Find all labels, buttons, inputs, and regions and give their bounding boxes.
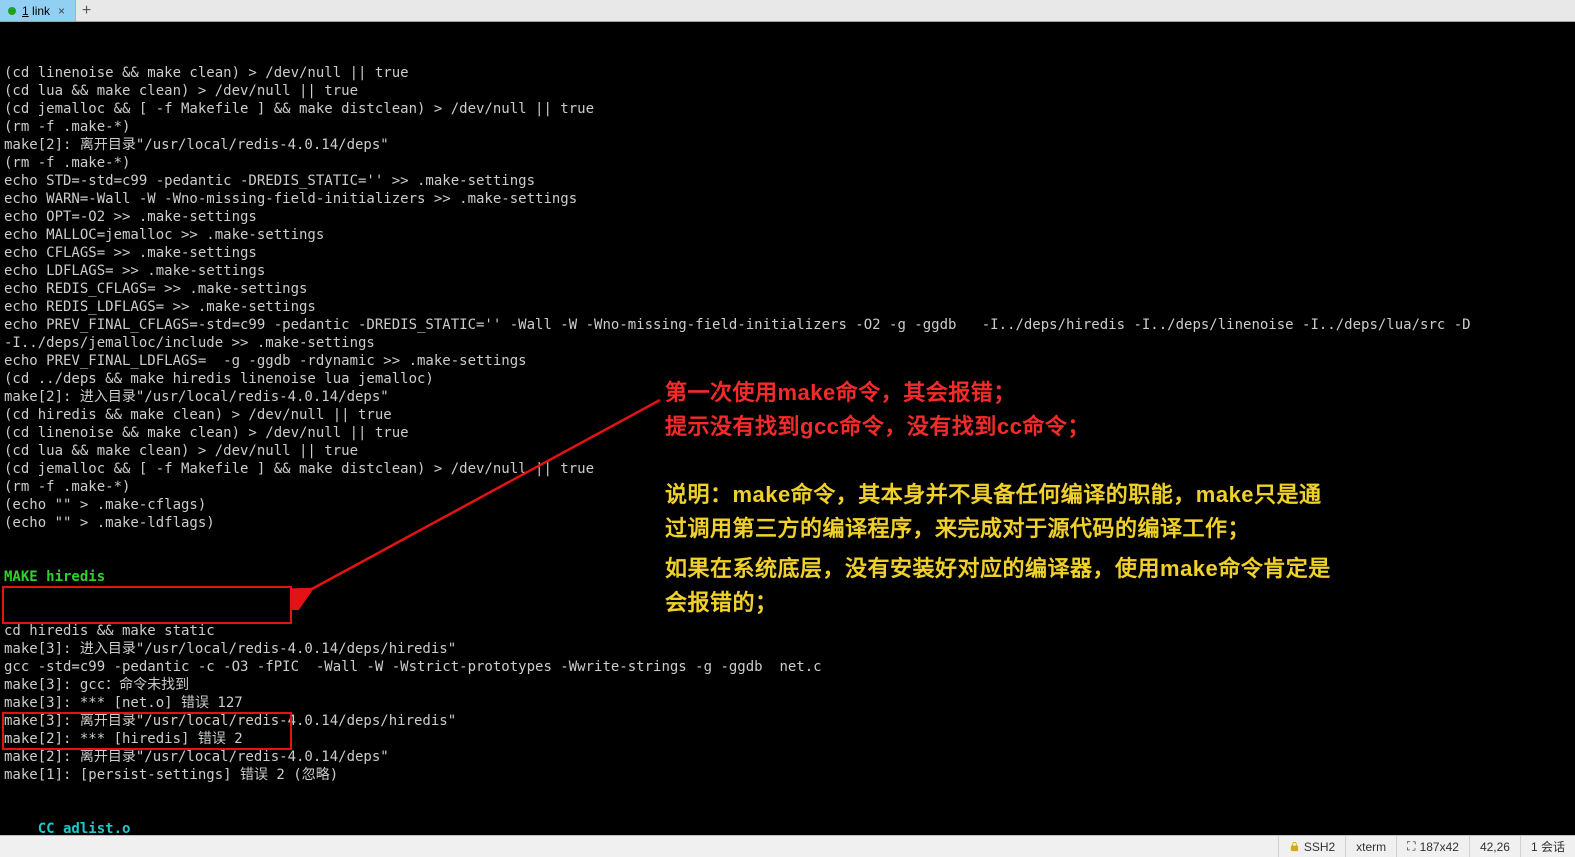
terminal-line: make[3]: 进入目录"/usr/local/redis-4.0.14/de…: [4, 640, 1571, 658]
terminal-line: (cd linenoise && make clean) > /dev/null…: [4, 64, 1571, 82]
terminal-line: make[2]: 进入目录"/usr/local/redis-4.0.14/de…: [4, 388, 1571, 406]
terminal-line: echo OPT=-O2 >> .make-settings: [4, 208, 1571, 226]
status-size: ⛶187x42: [1396, 836, 1469, 857]
terminal-line: (cd hiredis && make clean) > /dev/null |…: [4, 406, 1571, 424]
terminal-line: (cd linenoise && make clean) > /dev/null…: [4, 424, 1571, 442]
status-cursor-pos: 42,26: [1469, 836, 1520, 857]
resize-icon: ⛶: [1407, 839, 1415, 854]
terminal-line: -I../deps/jemalloc/include >> .make-sett…: [4, 334, 1571, 352]
terminal-line: echo REDIS_CFLAGS= >> .make-settings: [4, 280, 1571, 298]
close-icon[interactable]: ×: [56, 4, 67, 18]
status-session-count: 1 会话: [1520, 836, 1575, 857]
terminal[interactable]: (cd linenoise && make clean) > /dev/null…: [0, 22, 1575, 835]
terminal-line: make[2]: *** [hiredis] 错误 2: [4, 730, 1571, 748]
make-hiredis-label: MAKE hiredis: [4, 569, 105, 585]
lock-icon: [1289, 841, 1300, 852]
terminal-line: echo REDIS_LDFLAGS= >> .make-settings: [4, 298, 1571, 316]
terminal-line: echo PREV_FINAL_LDFLAGS= -g -ggdb -rdyna…: [4, 352, 1571, 370]
terminal-line: make[3]: gcc：命令未找到: [4, 676, 1571, 694]
terminal-line: (echo "" > .make-ldflags): [4, 514, 1571, 532]
terminal-line: make[3]: *** [net.o] 错误 127: [4, 694, 1571, 712]
cc-adlist-line: CC adlist.o: [4, 821, 130, 835]
terminal-line: (echo "" > .make-cflags): [4, 496, 1571, 514]
tab-label: 1 link: [22, 4, 50, 18]
terminal-line: make[1]: [persist-settings] 错误 2 (忽略): [4, 766, 1571, 784]
terminal-line: (rm -f .make-*): [4, 154, 1571, 172]
terminal-line: make[2]: 离开目录"/usr/local/redis-4.0.14/de…: [4, 136, 1571, 154]
terminal-line: (rm -f .make-*): [4, 478, 1571, 496]
terminal-line: echo MALLOC=jemalloc >> .make-settings: [4, 226, 1571, 244]
terminal-line: make[3]: 离开目录"/usr/local/redis-4.0.14/de…: [4, 712, 1571, 730]
terminal-line: (cd ../deps && make hiredis linenoise lu…: [4, 370, 1571, 388]
terminal-line: gcc -std=c99 -pedantic -c -O3 -fPIC -Wal…: [4, 658, 1571, 676]
terminal-line: (cd lua && make clean) > /dev/null || tr…: [4, 442, 1571, 460]
terminal-line: echo CFLAGS= >> .make-settings: [4, 244, 1571, 262]
terminal-line: (cd lua && make clean) > /dev/null || tr…: [4, 82, 1571, 100]
terminal-line: echo LDFLAGS= >> .make-settings: [4, 262, 1571, 280]
status-bar: SSH2 xterm ⛶187x42 42,26 1 会话: [0, 835, 1575, 857]
terminal-line: echo PREV_FINAL_CFLAGS=-std=c99 -pedanti…: [4, 316, 1571, 334]
status-term: xterm: [1345, 836, 1396, 857]
terminal-line: cd hiredis && make static: [4, 622, 1571, 640]
terminal-line: make[2]: 离开目录"/usr/local/redis-4.0.14/de…: [4, 748, 1571, 766]
terminal-line: echo STD=-std=c99 -pedantic -DREDIS_STAT…: [4, 172, 1571, 190]
add-tab-button[interactable]: +: [75, 0, 97, 21]
annotation-yellow-4: 会报错的；: [665, 594, 778, 612]
highlight-box-gcc-error: [2, 586, 292, 624]
tab-bar: 1 link × +: [0, 0, 1575, 22]
status-ssh: SSH2: [1278, 836, 1345, 857]
terminal-line: (rm -f .make-*): [4, 118, 1571, 136]
terminal-line: (cd jemalloc && [ -f Makefile ] && make …: [4, 460, 1571, 478]
tab-link[interactable]: 1 link ×: [0, 0, 75, 21]
terminal-line: echo WARN=-Wall -W -Wno-missing-field-in…: [4, 190, 1571, 208]
status-dot-icon: [8, 7, 16, 15]
terminal-line: (cd jemalloc && [ -f Makefile ] && make …: [4, 100, 1571, 118]
